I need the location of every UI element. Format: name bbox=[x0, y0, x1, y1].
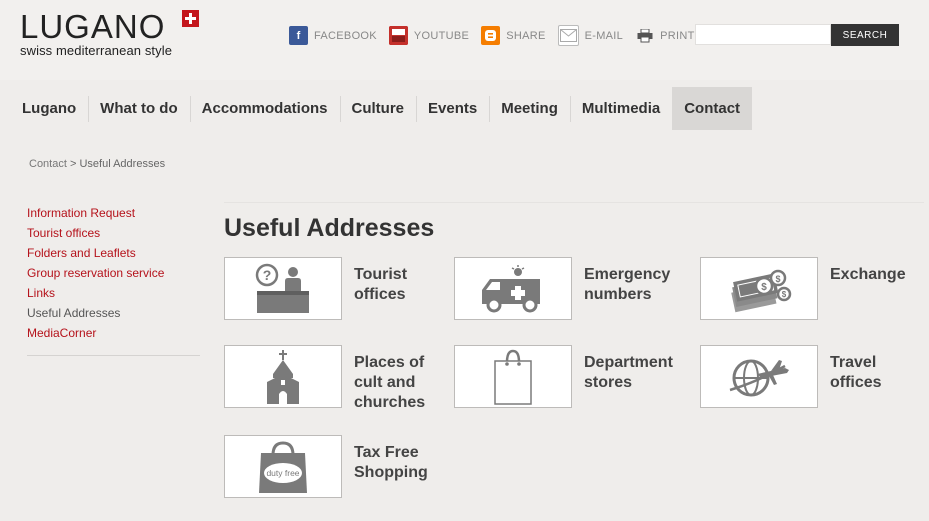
tile-label: Places of cult and churches bbox=[354, 354, 426, 411]
tile-tax-free-shopping[interactable]: duty free Tax Free Shopping bbox=[224, 435, 454, 498]
svg-text:?: ? bbox=[263, 267, 272, 283]
youtube-icon bbox=[388, 26, 408, 45]
sidebar: Information Request Tourist offices Fold… bbox=[27, 203, 200, 356]
sidebar-divider bbox=[27, 355, 200, 356]
email-label: E-MAIL bbox=[584, 29, 624, 42]
logo[interactable]: LUGANO swiss mediterranean style bbox=[20, 8, 199, 58]
svg-text:$: $ bbox=[775, 274, 780, 284]
tile-label: Travel offices bbox=[830, 354, 882, 391]
print-label: PRINT bbox=[660, 29, 695, 42]
duty-free-bag-icon: duty free bbox=[259, 440, 307, 493]
tile-department-stores[interactable]: Department stores bbox=[454, 345, 684, 408]
facebook-icon: f bbox=[289, 26, 308, 45]
sidebar-link-links[interactable]: Links bbox=[27, 283, 200, 303]
nav-item-lugano[interactable]: Lugano bbox=[10, 87, 88, 130]
tile-label: Tax Free Shopping bbox=[354, 444, 428, 481]
youtube-link[interactable]: YOUTUBE bbox=[388, 26, 470, 45]
facebook-label: FACEBOOK bbox=[314, 29, 377, 42]
tile-icon-box bbox=[454, 345, 572, 408]
breadcrumb-current: Useful Addresses bbox=[79, 158, 166, 170]
sidebar-link-useful-addresses[interactable]: Useful Addresses bbox=[27, 303, 200, 323]
share-link[interactable]: SHARE bbox=[481, 26, 545, 45]
header: LUGANO swiss mediterranean style f FACEB… bbox=[0, 0, 929, 80]
nav-item-contact[interactable]: Contact bbox=[672, 87, 753, 130]
tile-travel-offices[interactable]: Travel offices bbox=[700, 345, 929, 408]
nav-item-accommodations[interactable]: Accommodations bbox=[189, 87, 340, 130]
globe-plane-icon bbox=[729, 359, 789, 396]
tile-icon-box bbox=[700, 345, 818, 408]
tile-label: Department stores bbox=[584, 354, 673, 391]
money-exchange-icon: $ $ $ bbox=[731, 269, 792, 312]
main-nav: Lugano What to do Accommodations Culture… bbox=[10, 87, 753, 130]
tile-icon-box bbox=[224, 345, 342, 408]
tile-label: Exchange bbox=[830, 266, 906, 283]
svg-text:$: $ bbox=[782, 290, 787, 299]
breadcrumb-separator: > bbox=[66, 158, 80, 170]
nav-item-culture[interactable]: Culture bbox=[339, 87, 417, 130]
tile-label: Emergency numbers bbox=[584, 266, 671, 303]
church-icon bbox=[267, 349, 299, 404]
sidebar-link-mediacorner[interactable]: MediaCorner bbox=[27, 323, 200, 343]
sidebar-link-folders-leaflets[interactable]: Folders and Leaflets bbox=[27, 243, 200, 263]
social-toolbar: f FACEBOOK YOUTUBE SHARE E-MAIL PRINT bbox=[289, 25, 707, 46]
print-link[interactable]: PRINT bbox=[635, 26, 695, 45]
logo-wordmark: LUGANO bbox=[20, 8, 166, 45]
swiss-cross-icon bbox=[182, 10, 199, 27]
tile-icon-box bbox=[454, 257, 572, 320]
duty-free-text: duty free bbox=[266, 468, 299, 478]
email-icon bbox=[557, 25, 579, 46]
facebook-link[interactable]: f FACEBOOK bbox=[289, 26, 377, 45]
sidebar-link-information-request[interactable]: Information Request bbox=[27, 203, 200, 223]
tile-icon-box: ? bbox=[224, 257, 342, 320]
breadcrumb-contact-link[interactable]: Contact bbox=[29, 158, 67, 170]
tile-tourist-offices[interactable]: ? Tourist offices bbox=[224, 257, 454, 320]
tile-icon-box: $ $ $ bbox=[700, 257, 818, 320]
print-icon bbox=[635, 26, 654, 45]
tile-emergency-numbers[interactable]: Emergency numbers bbox=[454, 257, 684, 320]
search-button[interactable]: SEARCH bbox=[831, 24, 899, 46]
content-divider bbox=[224, 202, 924, 203]
logo-tagline: swiss mediterranean style bbox=[20, 43, 173, 58]
tile-icon-box: duty free bbox=[224, 435, 342, 498]
youtube-label: YOUTUBE bbox=[413, 29, 470, 42]
email-link[interactable]: E-MAIL bbox=[557, 25, 624, 46]
share-label: SHARE bbox=[506, 29, 546, 42]
tile-label: Tourist offices bbox=[354, 266, 408, 303]
nav-item-what-to-do[interactable]: What to do bbox=[88, 87, 189, 130]
ambulance-icon bbox=[482, 264, 540, 312]
tile-exchange[interactable]: $ $ $ Exchange bbox=[700, 257, 929, 320]
share-icon bbox=[481, 26, 501, 45]
nav-item-events[interactable]: Events bbox=[416, 87, 489, 130]
nav-item-meeting[interactable]: Meeting bbox=[489, 87, 570, 130]
breadcrumb: Contact > Useful Addresses bbox=[29, 158, 165, 170]
page-title: Useful Addresses bbox=[224, 214, 435, 242]
search-input[interactable] bbox=[695, 24, 831, 45]
nav-item-multimedia[interactable]: Multimedia bbox=[569, 87, 672, 130]
tile-places-of-cult[interactable]: Places of cult and churches bbox=[224, 345, 454, 413]
sidebar-link-tourist-offices[interactable]: Tourist offices bbox=[27, 223, 200, 243]
sidebar-link-group-reservation[interactable]: Group reservation service bbox=[27, 263, 200, 283]
shopping-bag-icon bbox=[494, 349, 532, 405]
tourist-desk-icon: ? bbox=[255, 263, 309, 313]
svg-text:$: $ bbox=[761, 282, 767, 293]
